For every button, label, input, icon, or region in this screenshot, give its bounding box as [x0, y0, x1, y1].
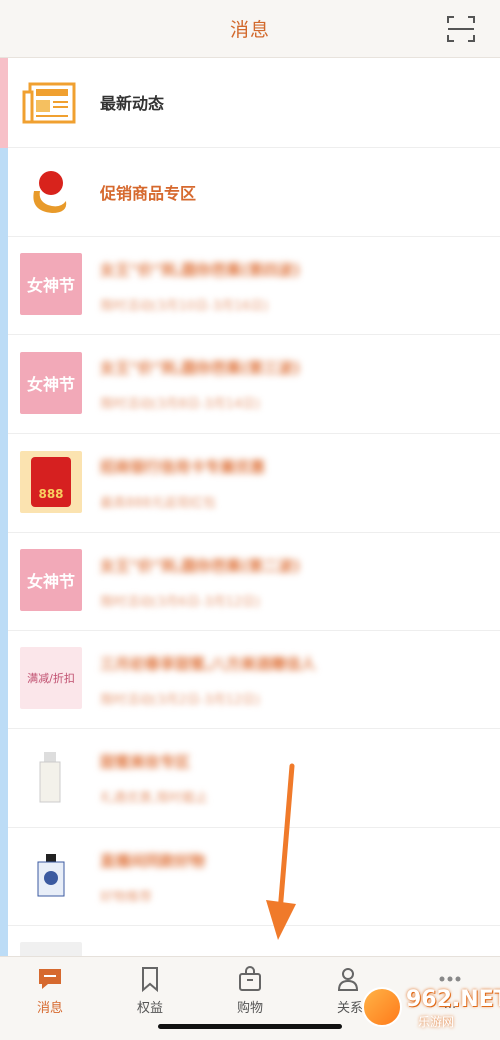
promo-logo-icon — [20, 161, 82, 223]
list-item-title: 甜蜜美妆专区 — [100, 753, 191, 771]
perfume-bottle-thumbnail — [20, 844, 82, 906]
people-icon — [337, 968, 359, 991]
bookmark-icon — [142, 967, 158, 993]
list-item-subtitle: 限时活动(3月2日-3月12日) — [100, 693, 261, 708]
list-item-title: 女王"价"到,圆你芭蕉(第四波) — [100, 261, 301, 279]
annotation-arrow — [266, 763, 296, 940]
home-indicator — [158, 1024, 342, 1029]
list-item-subtitle: 最高888元返现红包 — [100, 496, 216, 511]
tab-benefits[interactable]: 权益 — [100, 965, 200, 1025]
shopping-bag-icon — [239, 966, 261, 991]
list-item-message[interactable]: 888 招商银行信用卡专属优惠 最高888元返现红包 — [8, 434, 500, 533]
goddess-day-thumbnail: 女神节 — [20, 352, 82, 414]
scan-icon[interactable] — [446, 14, 476, 44]
list-item-title: 三月初春享甜蜜,八方美酒赠佳人 — [100, 655, 316, 673]
section-indicator-blue — [0, 148, 8, 956]
list-item-title: 促销商品专区 — [100, 184, 197, 203]
list-item-title: 女王"价"到,圆你芭蕉(第三波) — [100, 359, 301, 377]
section-indicator-pink — [0, 58, 8, 148]
watermark-badge-icon — [362, 987, 402, 1027]
red-envelope-thumbnail: 888 — [20, 451, 82, 513]
list-item-message[interactable]: 甜蜜美妆专区 礼遇优惠,限时截止 — [8, 729, 500, 828]
list-item-title: 招商银行信用卡专属优惠 — [100, 458, 266, 476]
spring-promo-thumbnail: 满减/折扣 — [20, 647, 82, 709]
list-item-message[interactable]: 女神节 女王"价"到,圆你芭蕉(第三波) 限时活动(3月8日-3月14日) — [8, 335, 500, 434]
list-item-message[interactable]: 满减/折扣 三月初春享甜蜜,八方美酒赠佳人 限时活动(3月2日-3月12日) — [8, 631, 500, 729]
cosmetic-bottle-thumbnail — [20, 746, 82, 808]
list-item-subtitle: 限时活动(3月8日-3月14日) — [100, 397, 261, 412]
list-item-title: 女王"价"到,圆你芭蕉(第二波) — [100, 557, 301, 575]
header-bar: 消息 — [0, 0, 500, 58]
list-item-subtitle: 好物推荐 — [100, 890, 153, 905]
message-list: 最新动态 促销商品专区 女神节 女王"价"到,圆你芭蕉(第四波) 限时活动(3月… — [0, 58, 500, 956]
list-item-promo[interactable]: 促销商品专区 — [8, 148, 500, 237]
tab-messages[interactable]: 消息 — [0, 965, 100, 1025]
page-title: 消息 — [229, 19, 270, 41]
list-item-message[interactable]: 女神节 女王"价"到,圆你芭蕉(第四波) 限时活动(3月10日-3月16日) — [8, 237, 500, 335]
goddess-day-thumbnail: 女神节 — [20, 253, 82, 315]
list-item-thumbnail — [20, 942, 82, 956]
list-item-subtitle: 限时活动(3月10日-3月16日) — [100, 299, 269, 314]
list-item-title: 直播间同款好物 — [100, 852, 206, 870]
list-item-subtitle: 礼遇优惠,限时截止 — [100, 791, 209, 806]
message-icon — [39, 969, 61, 989]
list-item-message[interactable]: 女神节 女王"价"到,圆你芭蕉(第二波) 限时活动(3月6日-3月12日) — [8, 533, 500, 631]
list-item-message[interactable]: 直播间同款好物 好物推荐 — [8, 828, 500, 926]
goddess-day-thumbnail: 女神节 — [20, 549, 82, 611]
list-item-title: 最新动态 — [100, 94, 165, 113]
list-item-message[interactable] — [8, 926, 500, 956]
list-item-news[interactable]: 最新动态 — [8, 58, 500, 148]
watermark-logo: 962.NET 乐游网 — [362, 985, 500, 1033]
list-item-subtitle: 限时活动(3月6日-3月12日) — [100, 595, 261, 610]
newspaper-icon — [22, 82, 76, 124]
tab-shopping[interactable]: 购物 — [200, 965, 300, 1025]
